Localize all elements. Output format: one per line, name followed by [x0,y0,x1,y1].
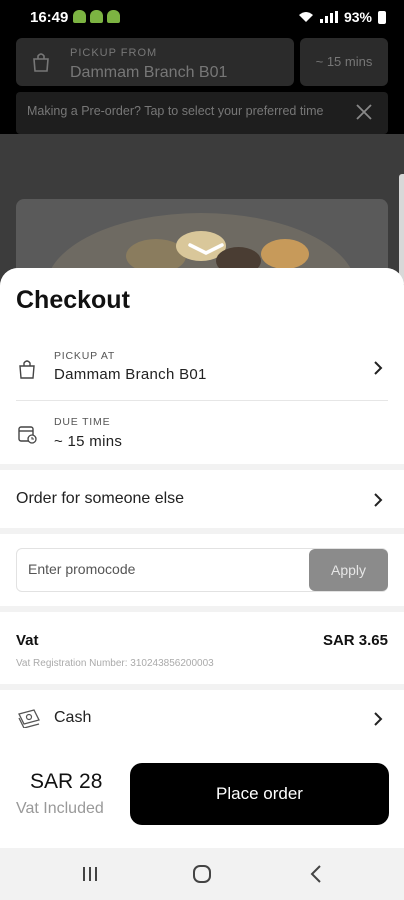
battery-icon [378,10,386,24]
android-icon [73,10,86,23]
pickup-row[interactable]: PICKUP AT Dammam Branch B01 [0,340,404,398]
preorder-banner[interactable]: Making a Pre-order? Tap to select your p… [16,92,388,134]
page-title: Checkout [16,286,130,314]
pickup-branch: Dammam Branch B01 [70,64,228,81]
preorder-message: Making a Pre-order? Tap to select your p… [27,104,324,118]
calendar-clock-icon [18,426,37,444]
due-time-row: DUE TIME ~ 15 mins [0,406,404,458]
signal-icon [319,11,338,23]
order-footer: SAR 28 Vat Included Place order [0,748,404,848]
notification-icons [73,10,120,23]
vat-card: Vat SAR 3.65 Vat Registration Number: 31… [0,612,404,684]
recents-icon[interactable] [78,864,102,884]
pickup-card: Checkout PICKUP AT Dammam Branch B01 DUE… [0,268,404,464]
android-icon [107,10,120,23]
chevron-down-icon[interactable] [186,239,226,259]
shopping-bag-icon [33,53,49,72]
chevron-right-icon [374,493,383,507]
cash-icon [18,709,40,728]
close-icon[interactable] [354,102,374,122]
chevron-right-icon [374,361,383,375]
pickup-caption: PICKUP AT [54,350,116,362]
android-icon [90,10,103,23]
status-bar: 16:49 93% [0,0,404,34]
due-value: ~ 15 mins [54,433,123,450]
battery-percent: 93% [343,9,372,25]
food-piece [261,239,309,269]
wifi-icon [298,12,313,22]
vat-label: Vat [16,632,39,649]
order-for-someone-label: Order for someone else [16,490,185,507]
payment-method-row[interactable]: Cash [0,690,404,748]
vat-registration-number: Vat Registration Number: 310243856200003 [16,658,214,669]
payment-method-label: Cash [54,709,92,726]
vat-amount: SAR 3.65 [322,632,388,649]
order-total: SAR 28 [30,770,103,793]
divider [16,400,388,401]
status-time: 16:49 [30,9,69,26]
home-icon[interactable] [190,864,214,884]
shopping-bag-icon [19,360,35,379]
place-order-button[interactable]: Place order [130,763,389,825]
order-for-someone-row[interactable]: Order for someone else [0,470,404,528]
time-selector[interactable]: ~ 15 mins [300,38,388,86]
chevron-right-icon [374,712,383,726]
vat-included-label: Vat Included [16,800,104,817]
promocode-input[interactable] [28,561,298,577]
pickup-caption: PICKUP FROM [70,47,158,59]
apply-button[interactable]: Apply [309,549,388,591]
system-nav-bar [0,848,404,900]
due-caption: DUE TIME [54,416,111,428]
status-right: 93% [298,9,386,25]
pickup-selector[interactable]: PICKUP FROM Dammam Branch B01 [16,38,294,86]
back-icon[interactable] [304,864,328,884]
promo-card: Apply [0,534,404,606]
pickup-branch: Dammam Branch B01 [54,366,207,383]
